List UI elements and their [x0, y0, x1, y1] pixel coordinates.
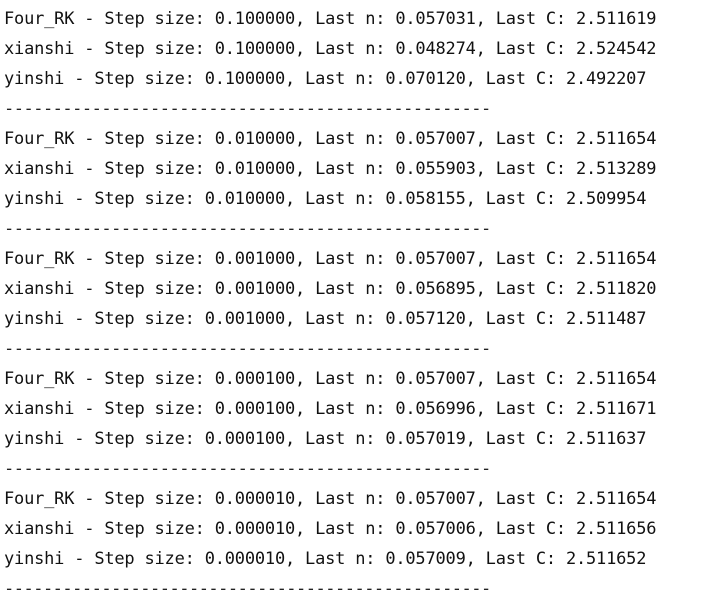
output-line: yinshi - Step size: 0.010000, Last n: 0.… — [4, 189, 647, 209]
output-line: Four_RK - Step size: 0.010000, Last n: 0… — [4, 129, 657, 149]
output-line: yinshi - Step size: 0.000010, Last n: 0.… — [4, 549, 647, 569]
output-block: Four_RK - Step size: 0.001000, Last n: 0… — [4, 244, 714, 364]
separator-line: ----------------------------------------… — [4, 339, 491, 359]
output-line: xianshi - Step size: 0.100000, Last n: 0… — [4, 39, 657, 59]
output-line: xianshi - Step size: 0.000010, Last n: 0… — [4, 519, 657, 539]
output-block: Four_RK - Step size: 0.010000, Last n: 0… — [4, 124, 714, 244]
separator-line: ----------------------------------------… — [4, 99, 491, 119]
console-output: Four_RK - Step size: 0.100000, Last n: 0… — [4, 4, 714, 604]
output-line: xianshi - Step size: 0.010000, Last n: 0… — [4, 159, 657, 179]
output-line: yinshi - Step size: 0.001000, Last n: 0.… — [4, 309, 647, 329]
output-line: Four_RK - Step size: 0.001000, Last n: 0… — [4, 249, 657, 269]
output-line: Four_RK - Step size: 0.000100, Last n: 0… — [4, 369, 657, 389]
output-line: yinshi - Step size: 0.000100, Last n: 0.… — [4, 429, 647, 449]
output-line: xianshi - Step size: 0.001000, Last n: 0… — [4, 279, 657, 299]
output-line: xianshi - Step size: 0.000100, Last n: 0… — [4, 399, 657, 419]
separator-line: ----------------------------------------… — [4, 579, 491, 599]
output-line: Four_RK - Step size: 0.100000, Last n: 0… — [4, 9, 657, 29]
output-block: Four_RK - Step size: 0.100000, Last n: 0… — [4, 4, 714, 124]
output-block: Four_RK - Step size: 0.000100, Last n: 0… — [4, 364, 714, 484]
output-block: Four_RK - Step size: 0.000010, Last n: 0… — [4, 484, 714, 604]
output-line: Four_RK - Step size: 0.000010, Last n: 0… — [4, 489, 657, 509]
separator-line: ----------------------------------------… — [4, 459, 491, 479]
separator-line: ----------------------------------------… — [4, 219, 491, 239]
output-line: yinshi - Step size: 0.100000, Last n: 0.… — [4, 69, 647, 89]
